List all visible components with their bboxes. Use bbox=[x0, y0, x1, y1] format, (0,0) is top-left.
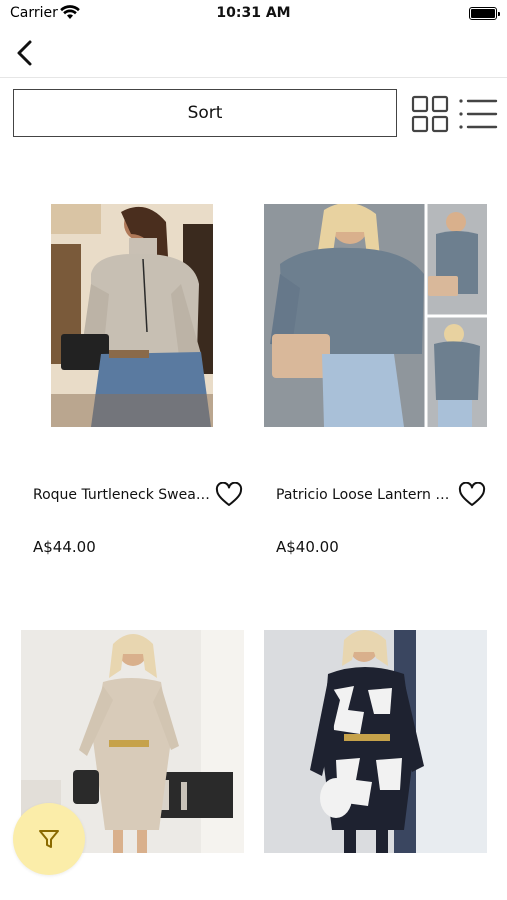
heart-icon bbox=[215, 482, 243, 506]
product-name[interactable]: Roque Turtleneck Sweater bbox=[33, 487, 211, 503]
grid-view-button[interactable] bbox=[411, 95, 449, 133]
status-bar: Carrier 10:31 AM bbox=[0, 0, 507, 28]
grid-view-icon bbox=[411, 95, 449, 133]
sort-label: Sort bbox=[187, 103, 223, 123]
back-button[interactable] bbox=[12, 38, 38, 68]
clock: 10:31 AM bbox=[216, 5, 291, 21]
product-image[interactable] bbox=[264, 630, 487, 853]
product-image[interactable] bbox=[51, 204, 213, 427]
product-price: A$40.00 bbox=[276, 538, 339, 556]
favorite-button[interactable] bbox=[458, 482, 486, 508]
list-view-button[interactable] bbox=[458, 96, 498, 132]
product-name[interactable]: Patricio Loose Lantern Sl... bbox=[276, 487, 454, 503]
product-image[interactable] bbox=[264, 204, 487, 427]
chevron-left-icon bbox=[17, 40, 32, 66]
battery-icon bbox=[469, 7, 500, 20]
filter-button[interactable] bbox=[13, 803, 85, 875]
favorite-button[interactable] bbox=[215, 482, 243, 508]
nav-bar bbox=[0, 28, 507, 78]
heart-icon bbox=[458, 482, 486, 506]
filter-icon bbox=[39, 830, 59, 848]
list-view-icon bbox=[459, 99, 498, 129]
sort-button[interactable]: Sort bbox=[13, 89, 397, 137]
product-price: A$44.00 bbox=[33, 538, 96, 556]
